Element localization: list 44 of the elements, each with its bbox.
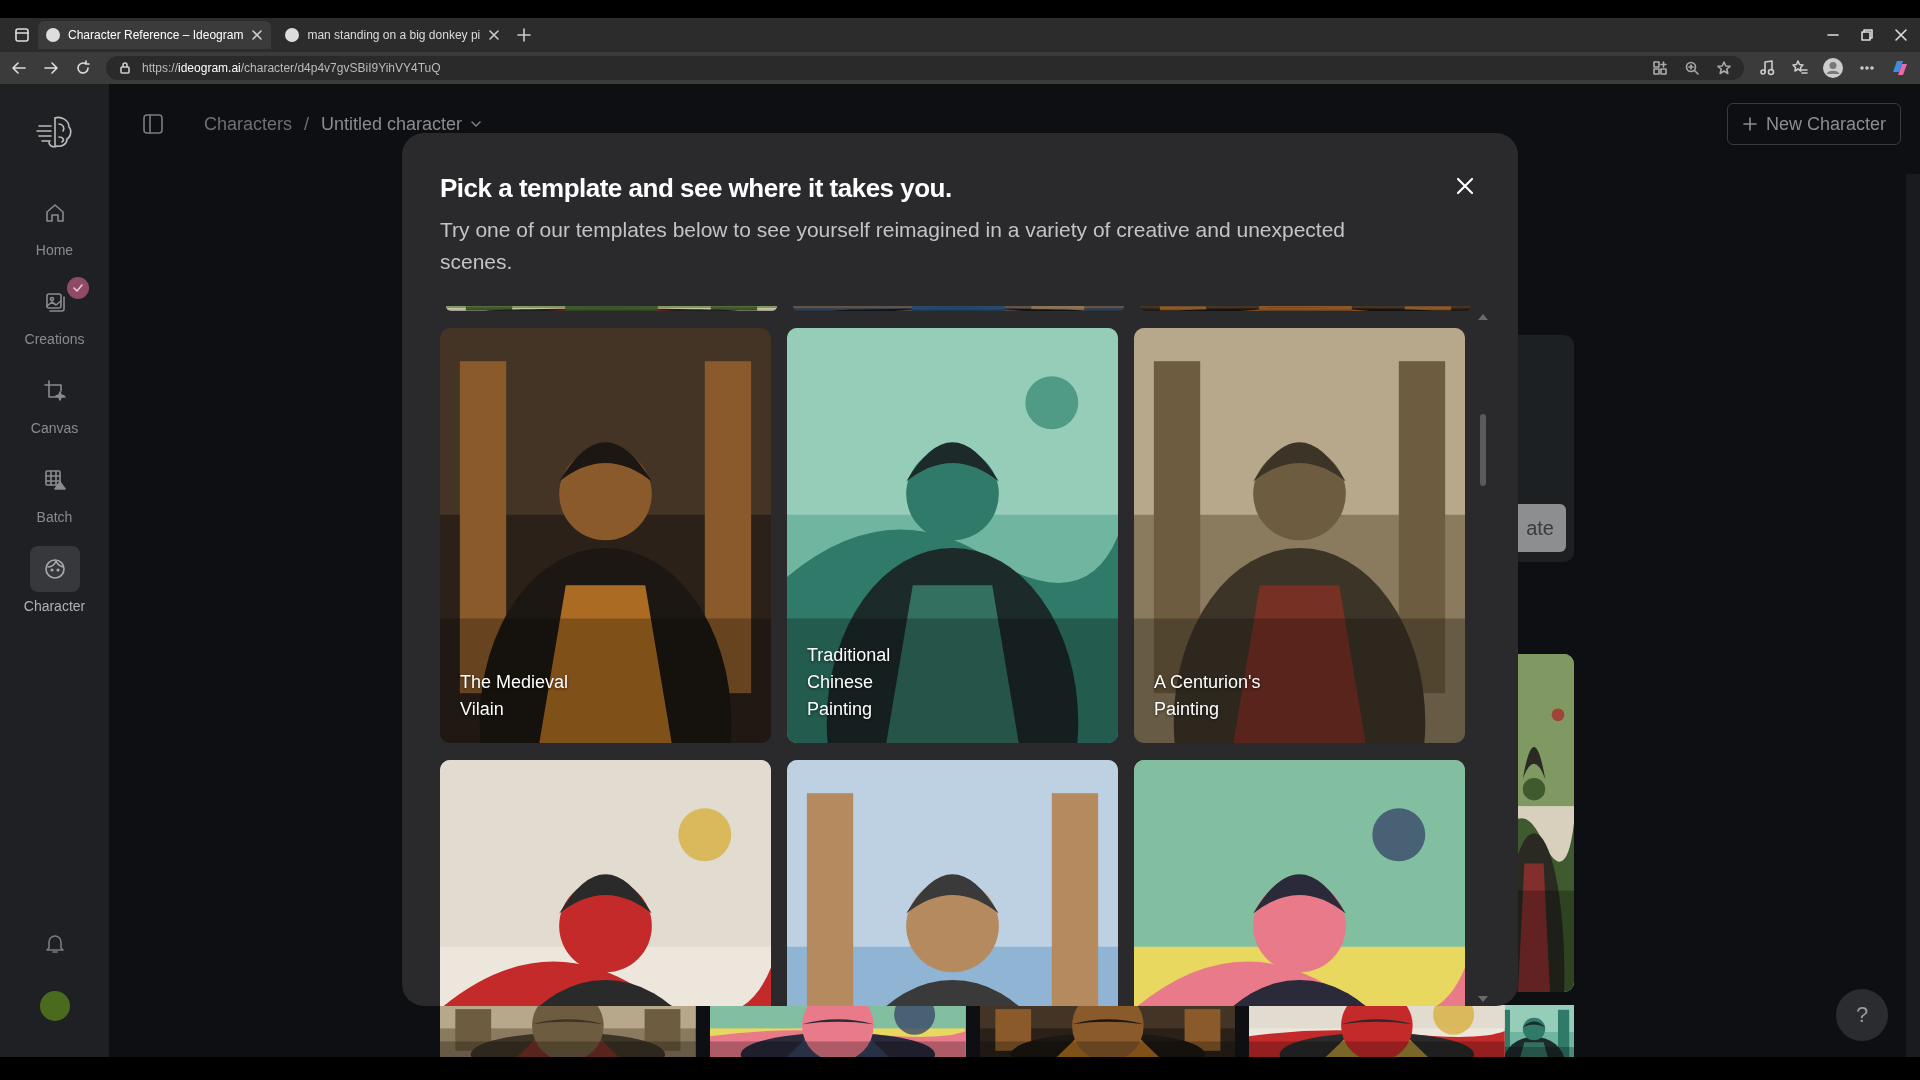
sidebar-item[interactable]: Creations: [14, 279, 95, 362]
close-icon[interactable]: [488, 29, 501, 41]
favorites-icon[interactable]: [1790, 59, 1808, 77]
copilot-icon[interactable]: [1890, 58, 1910, 78]
browser-tab[interactable]: man standing on a big donkey pi: [277, 21, 509, 49]
star-icon[interactable]: [1716, 60, 1732, 76]
crop-sparkle-icon: [42, 379, 67, 403]
sidebar-item[interactable]: Character: [14, 546, 95, 629]
avatar[interactable]: [39, 991, 70, 1021]
profile-icon[interactable]: [1822, 57, 1844, 79]
close-icon[interactable]: [1894, 28, 1908, 42]
zoom-icon[interactable]: [1684, 60, 1700, 76]
music-icon[interactable]: [1758, 59, 1776, 77]
breadcrumb-link[interactable]: Characters: [204, 113, 293, 135]
tab-actions-icon[interactable]: [12, 25, 32, 45]
sidebar-item[interactable]: Canvas: [14, 368, 95, 451]
help-button[interactable]: ?: [1836, 989, 1888, 1041]
modal-title: Pick a template and see where it takes you.: [440, 173, 952, 204]
favicon-icon: [46, 28, 60, 42]
card-title[interactable]: The Medieval Vilain: [460, 669, 592, 723]
close-icon[interactable]: [251, 29, 264, 41]
face-icon: [42, 557, 67, 581]
grid-image-icon: [42, 468, 67, 492]
plus-icon: [1741, 116, 1758, 132]
breadcrumb-current[interactable]: Untitled character: [321, 113, 463, 135]
breadcrumb-separator: /: [304, 113, 310, 135]
address-field[interactable]: https://ideogram.ai/character/d4p4v7gvSBiI9YihVY4TuQ: [106, 56, 1744, 80]
favicon-icon: [285, 28, 300, 42]
reload-icon[interactable]: [74, 59, 92, 77]
browser-tab[interactable]: Character Reference – Ideogram: [38, 21, 272, 49]
lock-icon: [118, 61, 132, 75]
new-character-button[interactable]: New Character: [1726, 103, 1901, 145]
modal-subtitle: Try one of our templates below to see yourself reimagined in a variety of creative and unexpected scenes.: [440, 217, 1347, 275]
restore-icon[interactable]: [1860, 28, 1874, 42]
apps-icon[interactable]: [1652, 60, 1668, 76]
sidebar-toggle-icon[interactable]: [142, 113, 164, 135]
sidebar-item[interactable]: Home: [14, 190, 95, 273]
chevron-down-icon[interactable]: [470, 118, 483, 130]
sidebar-item[interactable]: Batch: [14, 457, 95, 540]
check-badge-icon: [71, 282, 84, 294]
forward-icon[interactable]: [42, 59, 60, 77]
scrollbar[interactable]: [1906, 174, 1920, 1057]
back-icon[interactable]: [10, 59, 28, 77]
card-title[interactable]: A Centurion's Painting: [1154, 669, 1286, 723]
